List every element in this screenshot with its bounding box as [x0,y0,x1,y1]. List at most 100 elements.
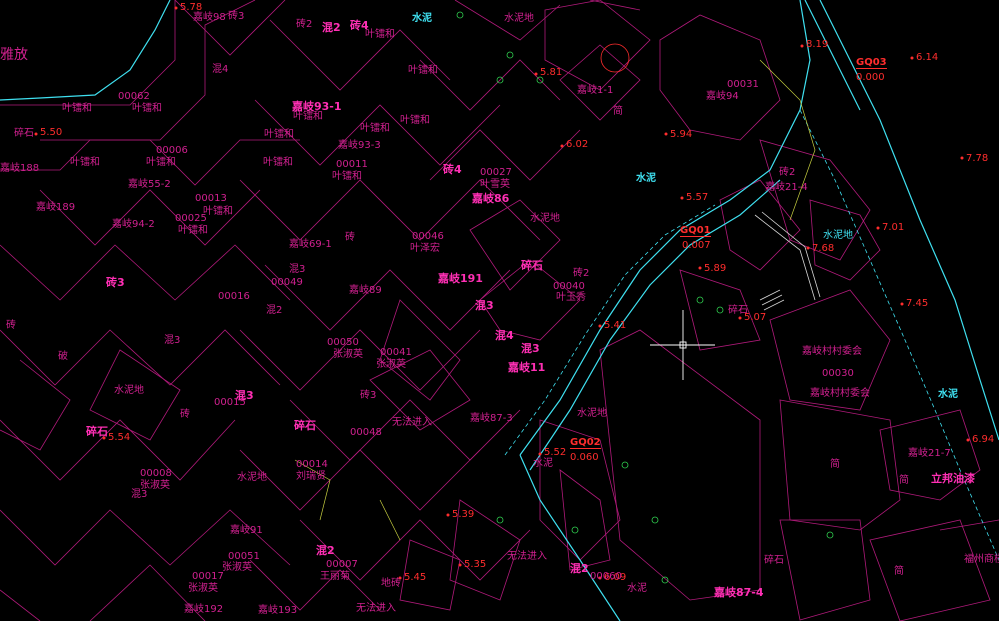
elevation-label: 5.35 [464,559,487,570]
owner-name: 叶镭和 [400,115,430,126]
material-label: 水泥地 [577,408,607,419]
material-label: 水泥地 [114,385,144,396]
building-label: 嘉岐191 [438,272,483,285]
owner-name: 张淑英 [333,349,363,360]
material-label: 水泥 [938,389,958,400]
structure-label: 简 [899,475,909,486]
owner-name: 叶镭和 [178,225,208,236]
structure-label: 砖 [345,232,355,243]
building-label: 嘉岐87-3 [470,413,513,424]
owner-name: 叶镭和 [62,103,92,114]
parcel-lines [0,0,999,621]
structure-label: 混3 [289,264,306,275]
parcel-id: 00041 [380,347,412,358]
building-label: 嘉岐98 [193,12,226,23]
parcel-id: 00007 [326,559,358,570]
control-point-value: 0.000 [856,72,885,83]
parcel-id: 00008 [140,468,172,479]
elevation-label: 5.50 [40,127,63,138]
structure-label: 简 [613,106,623,117]
building-label: 嘉岐69-1 [289,239,332,250]
control-point-name: GQ02 [570,437,601,449]
owner-name: 刘瑞贤 [296,471,326,482]
building-label: 嘉岐55-2 [128,179,171,190]
structure-label: 混2 [316,544,335,557]
elevation-label: 6.94 [972,434,995,445]
material-label: 水泥地 [530,213,560,224]
owner-name: 叶镭和 [365,29,395,40]
owner-name: 叶镭和 [132,103,162,114]
structure-label: 砖3 [228,11,245,22]
parcel-id: 00060 [590,571,622,582]
structure-label: 混3 [131,489,148,500]
structure-label: 混4 [212,64,229,75]
elevation-label: 5.78 [180,2,203,13]
building-label: 嘉岐94-2 [112,219,155,230]
elevation-label: 7.45 [906,298,929,309]
parcel-id: 00049 [271,277,303,288]
elevation-label: 7.01 [882,222,905,233]
owner-name: 王丽菊 [320,571,350,582]
building-label: 立邦油漆 [931,472,975,485]
owner-name: 叶镭和 [203,206,233,217]
owner-name: 张淑英 [376,359,406,370]
parcel-id: 00017 [192,571,224,582]
material-label: 水泥地 [504,13,534,24]
crosshair-cursor [650,310,715,380]
elevation-label: 8.19 [806,39,829,50]
elevation-label: 5.39 [452,509,475,520]
structure-label: 混3 [475,299,494,312]
building-label: 嘉岐21-4 [765,182,808,193]
structure-label: 砖2 [573,268,590,279]
structure-label: 砖2 [779,167,796,178]
building-label: 嘉岐193 [258,605,298,616]
owner-name: 叶镭和 [360,123,390,134]
building-label: 嘉岐86 [472,192,510,205]
structure-label: 混3 [164,335,181,346]
building-label: 嘉岐192 [184,604,224,615]
structure-label: 简 [830,459,840,470]
owner-name: 张淑英 [140,480,170,491]
building-label: 嘉岐94 [706,91,739,102]
material-label: 水泥 [412,13,432,24]
owner-name: 叶玉秀 [556,292,586,303]
structure-label: 混2 [322,21,341,34]
material-label: 碎石 [14,128,34,139]
parcel-id: 00013 [195,193,227,204]
material-label: 水泥 [636,173,656,184]
owner-name: 叶镭和 [293,111,323,122]
structure-label: 砖 [180,409,190,420]
building-label: 嘉岐93-3 [338,140,381,151]
control-point-value: 0.007 [682,240,711,251]
map-canvas[interactable] [0,0,999,621]
parcel-id: 00051 [228,551,260,562]
material-label: 水泥地 [823,230,853,241]
elevation-label: 5.52 [544,447,567,458]
parcel-id: 00062 [118,91,150,102]
structure-label: 简 [894,566,904,577]
parcel-id: 00016 [218,291,250,302]
material-label: 碎石 [521,259,543,272]
owner-name: 叶镭和 [263,157,293,168]
parcel-id: 00031 [727,79,759,90]
control-point-name: GQ03 [856,57,887,69]
building-label: 嘉岐村村委会 [802,346,862,357]
elevation-label: 7.68 [812,243,835,254]
elevation-label: 5.89 [704,263,727,274]
structure-label: 砖 [6,320,16,331]
structure-label: 混2 [570,562,589,575]
road-edges [0,0,999,621]
structure-label: 砖2 [296,19,313,30]
material-label: 碎石 [294,419,316,432]
control-point-name: GQ01 [680,225,711,237]
owner-name: 叶镭和 [332,171,362,182]
building-label: 嘉岐189 [36,202,76,213]
owner-name: 叶镭和 [70,157,100,168]
parcel-id: 00040 [553,281,585,292]
elevation-label: 5.54 [108,432,131,443]
structure-label: 混4 [495,329,514,342]
material-label: 地砖 [381,578,401,589]
material-label: 水泥 [627,583,647,594]
structure-label: 砖3 [360,390,377,401]
structure-label: 破 [58,351,68,362]
